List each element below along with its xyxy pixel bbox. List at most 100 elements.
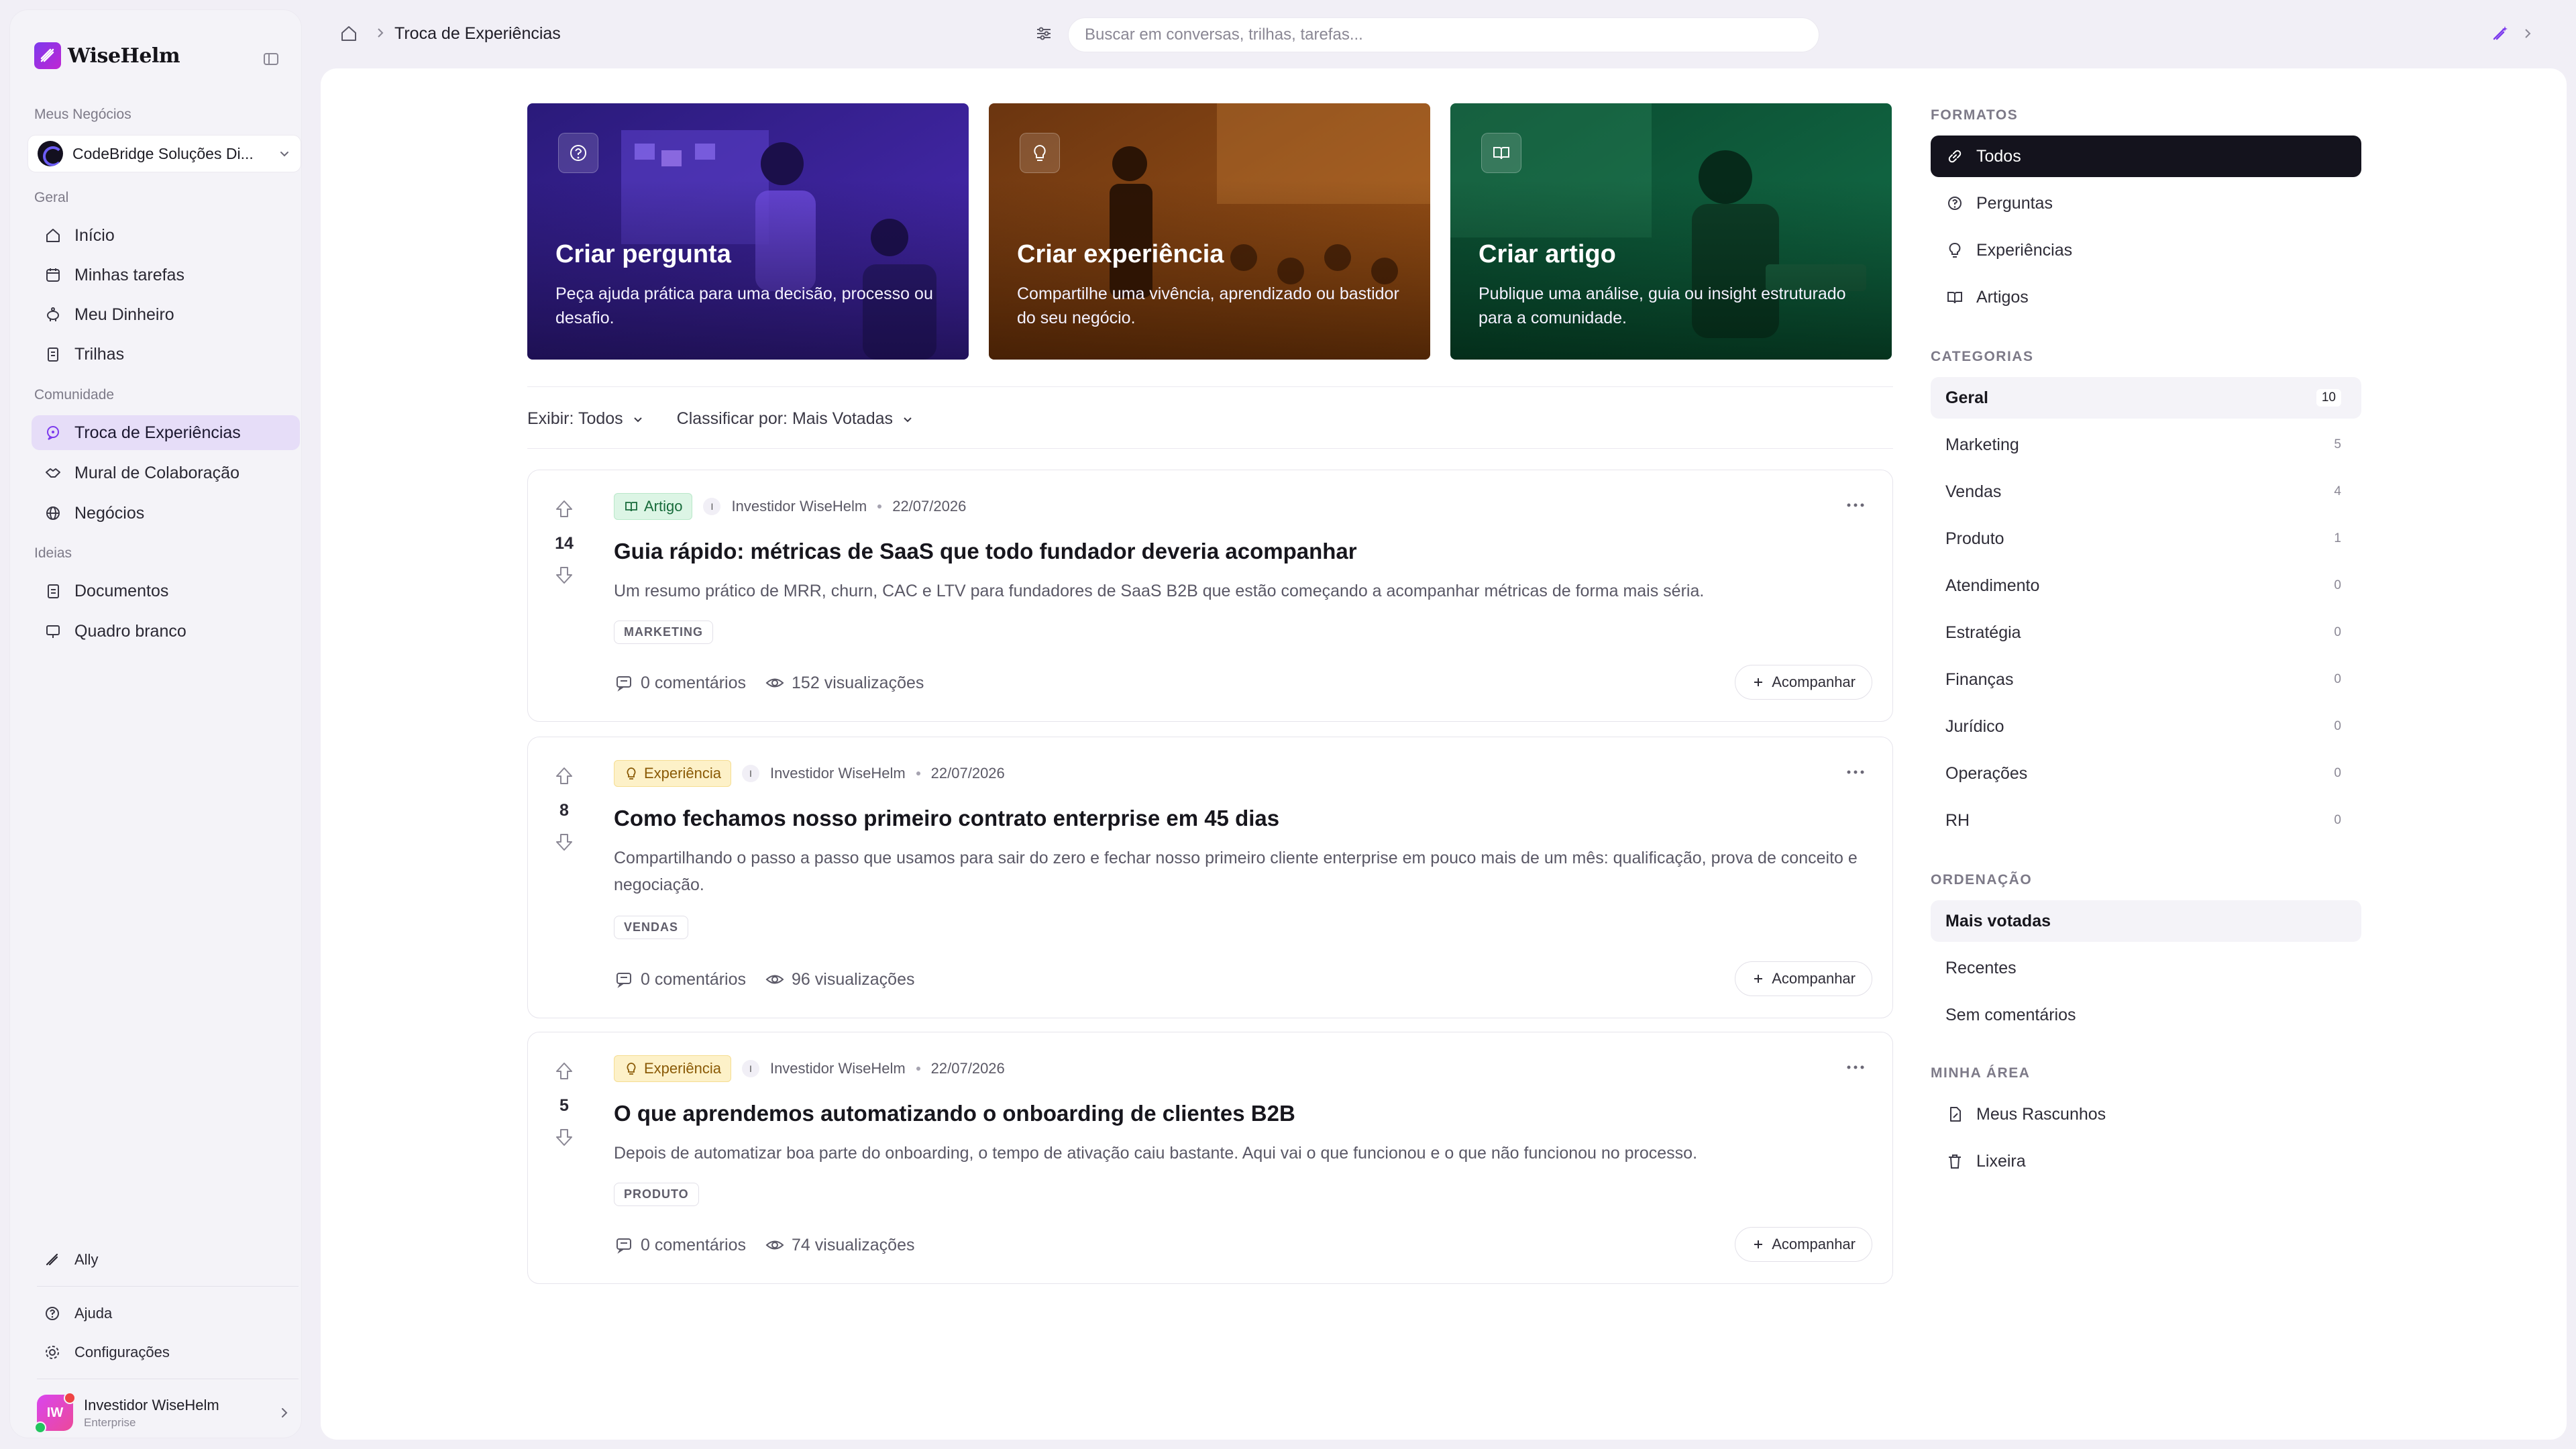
eye-icon	[765, 678, 784, 688]
post-date: 22/07/2026	[930, 1060, 1005, 1077]
hero-desc: Peça ajuda prática para uma decisão, pro…	[555, 284, 933, 327]
downvote-icon[interactable]	[552, 830, 576, 854]
sidebar-item-mural[interactable]: Mural de Colaboração	[32, 455, 300, 490]
category-juridico[interactable]: Jurídico 0	[1931, 706, 2361, 747]
follow-button[interactable]: Acompanhar	[1735, 665, 1872, 700]
author-avatar: I	[703, 498, 721, 515]
category-label: RH	[1945, 810, 1970, 830]
ally-sparkle-icon[interactable]	[2489, 23, 2510, 44]
sidebar-toggle-icon[interactable]	[261, 49, 281, 69]
sidebar-item-tarefas[interactable]: Minhas tarefas	[32, 258, 300, 292]
comments-stat[interactable]: 0 comentários	[614, 1235, 746, 1255]
post-title[interactable]: O que aprendemos automatizando o onboard…	[614, 1101, 1295, 1126]
downvote-icon[interactable]	[552, 563, 576, 587]
sidebar-item-documentos[interactable]: Documentos	[32, 574, 300, 608]
category-tag[interactable]: PRODUTO	[614, 1183, 699, 1206]
breadcrumb-home-icon[interactable]	[338, 23, 360, 48]
sidebar-item-negocios[interactable]: Negócios	[32, 496, 300, 531]
follow-button[interactable]: Acompanhar	[1735, 961, 1872, 996]
sidebar-item-trilhas[interactable]: Trilhas	[32, 337, 300, 372]
comments-count: 0 comentários	[641, 673, 747, 692]
hero-title: Criar artigo	[1479, 240, 1616, 268]
author-name[interactable]: Investidor WiseHelm	[731, 498, 867, 515]
category-marketing[interactable]: Marketing 5	[1931, 424, 2361, 466]
sidebar-divider	[37, 1286, 299, 1287]
chevron-down-icon	[280, 152, 288, 157]
sidebar-item-troca[interactable]: Troca de Experiências	[32, 415, 300, 450]
comments-count: 0 comentários	[641, 969, 747, 989]
business-select[interactable]: CodeBridge Soluções Di...	[28, 135, 301, 172]
sidebar-item-inicio[interactable]: Início	[32, 218, 300, 253]
sort-recentes[interactable]: Recentes	[1931, 947, 2361, 989]
more-options-icon[interactable]	[1845, 500, 1866, 512]
business-avatar	[38, 141, 63, 166]
post-card[interactable]: 5 Experiência I Investidor WiseHelm 22/0…	[527, 1032, 1893, 1284]
upvote-icon[interactable]	[552, 1059, 576, 1083]
more-options-icon[interactable]	[1845, 1062, 1866, 1074]
upvote-icon[interactable]	[552, 497, 576, 521]
my-drafts[interactable]: Meus Rascunhos	[1931, 1093, 2361, 1135]
follow-button[interactable]: Acompanhar	[1735, 1227, 1872, 1262]
show-filter-dropdown[interactable]: Exibir: Todos	[527, 409, 645, 429]
chevron-right-icon	[282, 1408, 288, 1417]
help-button[interactable]: Ajuda	[32, 1305, 112, 1322]
search-bar[interactable]	[1068, 17, 1819, 52]
category-operacoes[interactable]: Operações 0	[1931, 753, 2361, 794]
format-artigos[interactable]: Artigos	[1931, 276, 2361, 318]
category-geral[interactable]: Geral 10	[1931, 377, 2361, 419]
sort-dropdown[interactable]: Classificar por: Mais Votadas	[677, 409, 914, 429]
user-plan: Enterprise	[84, 1415, 136, 1429]
section-label-business: Meus Negócios	[34, 107, 131, 122]
comments-stat[interactable]: 0 comentários	[614, 969, 746, 989]
help-icon	[46, 1307, 59, 1320]
comments-stat[interactable]: 0 comentários	[614, 673, 746, 693]
hero-card-experiencia[interactable]: Criar experiência Compartilhe uma vivênc…	[989, 103, 1430, 360]
post-title[interactable]: Como fechamos nosso primeiro contrato en…	[614, 806, 1279, 831]
post-card[interactable]: 14 Artigo I Investidor WiseHelm 22/07/20…	[527, 470, 1893, 722]
filter-icon[interactable]	[1033, 23, 1055, 48]
category-tag[interactable]: MARKETING	[614, 621, 713, 644]
author-name[interactable]: Investidor WiseHelm	[770, 765, 906, 782]
sort-mais-votadas[interactable]: Mais votadas	[1931, 900, 2361, 942]
divider	[527, 448, 1893, 449]
whiteboard-icon	[46, 625, 60, 638]
category-financas[interactable]: Finanças 0	[1931, 659, 2361, 700]
vote-count: 8	[559, 801, 569, 820]
vote-control: 8	[552, 764, 576, 857]
category-vendas[interactable]: Vendas 4	[1931, 471, 2361, 513]
category-tag[interactable]: VENDAS	[614, 916, 689, 939]
settings-button[interactable]: Configurações	[32, 1344, 170, 1361]
upvote-icon[interactable]	[552, 764, 576, 788]
format-perguntas[interactable]: Perguntas	[1931, 182, 2361, 224]
category-produto[interactable]: Produto 1	[1931, 518, 2361, 559]
comments-count: 0 comentários	[641, 1235, 747, 1254]
brand[interactable]: WiseHelm	[34, 42, 180, 69]
category-count: 5	[2334, 437, 2341, 451]
author-name[interactable]: Investidor WiseHelm	[770, 1060, 906, 1077]
sort-option-label: Recentes	[1945, 958, 2017, 977]
search-input[interactable]	[1085, 25, 1819, 44]
format-todos[interactable]: Todos	[1931, 136, 2361, 177]
ally-button[interactable]: Ally	[32, 1251, 98, 1269]
meta-separator	[916, 771, 920, 775]
sidebar-item-dinheiro[interactable]: Meu Dinheiro	[32, 297, 300, 332]
category-estrategia[interactable]: Estratégia 0	[1931, 612, 2361, 653]
downvote-icon[interactable]	[552, 1125, 576, 1149]
post-card[interactable]: 8 Experiência I Investidor WiseHelm 22/0…	[527, 737, 1893, 1018]
chevron-right-icon[interactable]	[2520, 25, 2536, 42]
book-icon	[1481, 133, 1521, 173]
category-atendimento[interactable]: Atendimento 0	[1931, 565, 2361, 606]
hero-card-pergunta[interactable]: Criar pergunta Peça ajuda prática para u…	[527, 103, 969, 360]
hero-card-artigo[interactable]: Criar artigo Publique uma análise, guia …	[1450, 103, 1892, 360]
sort-sem-comentarios[interactable]: Sem comentários	[1931, 994, 2361, 1036]
section-label-ideas: Ideias	[34, 545, 72, 561]
format-experiencias[interactable]: Experiências	[1931, 229, 2361, 271]
category-rh[interactable]: RH 0	[1931, 800, 2361, 841]
sidebar-item-quadro[interactable]: Quadro branco	[32, 614, 300, 649]
more-options-icon[interactable]	[1845, 767, 1866, 779]
category-label: Finanças	[1945, 669, 2014, 689]
post-title[interactable]: Guia rápido: métricas de SaaS que todo f…	[614, 539, 1357, 564]
meta-separator	[877, 504, 882, 508]
user-card[interactable]: IW Investidor WiseHelm Enterprise	[34, 1391, 292, 1435]
trash[interactable]: Lixeira	[1931, 1140, 2361, 1182]
